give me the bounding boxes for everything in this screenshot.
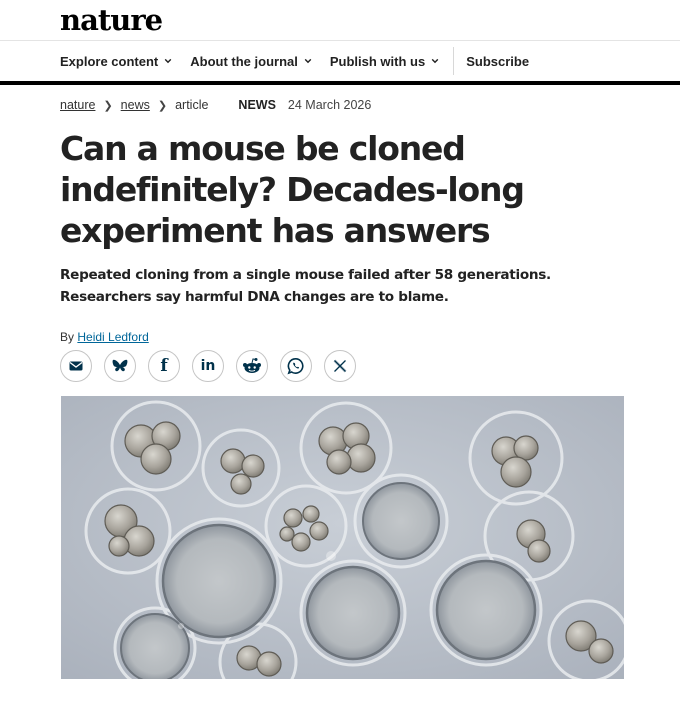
- embryo-micrograph-illustration: [61, 396, 624, 679]
- main-nav: Explore content About the journal Publis…: [60, 41, 547, 81]
- byline: By Heidi Ledford: [60, 330, 149, 344]
- article-title: Can a mouse be cloned indefinitely? Deca…: [60, 129, 525, 250]
- nav-item-label: Explore content: [60, 53, 159, 69]
- chevron-down-icon: [164, 58, 172, 64]
- share-buttons: f in: [60, 350, 368, 382]
- share-bluesky-button[interactable]: [104, 350, 136, 382]
- nav-publish-with-us[interactable]: Publish with us: [330, 54, 439, 69]
- facebook-icon: f: [160, 356, 168, 376]
- breadcrumb-current: article: [175, 98, 209, 112]
- nav-about-journal[interactable]: About the journal: [190, 54, 312, 69]
- byline-prefix: By: [60, 330, 75, 344]
- nav-divider: [453, 47, 455, 75]
- nav-item-label: About the journal: [190, 53, 298, 69]
- breadcrumb: nature ❯ news ❯ article NEWS 24 March 20…: [60, 98, 371, 112]
- share-linkedin-button[interactable]: in: [192, 350, 224, 382]
- publish-date: 24 March 2026: [287, 98, 372, 112]
- chevron-down-icon: [431, 58, 439, 64]
- share-whatsapp-button[interactable]: [280, 350, 312, 382]
- whatsapp-icon: [287, 358, 304, 375]
- x-icon: [333, 359, 347, 373]
- article-type: NEWS: [238, 98, 276, 112]
- bluesky-icon: [112, 359, 128, 372]
- breadcrumb-section[interactable]: news: [121, 98, 150, 112]
- nav-bottom-rule: [0, 81, 680, 85]
- chevron-down-icon: [304, 58, 312, 64]
- subscribe-label: Subscribe: [466, 53, 530, 69]
- nav-explore-content[interactable]: Explore content: [60, 54, 172, 69]
- share-facebook-button[interactable]: f: [148, 350, 180, 382]
- chevron-right-icon: ❯: [103, 99, 113, 112]
- subscribe-link[interactable]: Subscribe: [466, 54, 529, 69]
- author-link[interactable]: Heidi Ledford: [77, 330, 148, 344]
- share-reddit-button[interactable]: [236, 350, 268, 382]
- linkedin-icon: in: [200, 358, 216, 374]
- nav-item-label: Publish with us: [329, 53, 426, 69]
- email-icon: [69, 361, 83, 371]
- article-standfirst: Repeated cloning from a single mouse fai…: [60, 267, 551, 305]
- share-email-button[interactable]: [60, 350, 92, 382]
- chevron-right-icon: ❯: [157, 99, 168, 112]
- share-x-button[interactable]: [324, 350, 356, 382]
- breadcrumb-home[interactable]: nature: [60, 98, 95, 112]
- site-logo[interactable]: nature: [60, 3, 163, 37]
- reddit-icon: [243, 358, 261, 373]
- hero-image-cloned-embryos: [61, 396, 624, 679]
